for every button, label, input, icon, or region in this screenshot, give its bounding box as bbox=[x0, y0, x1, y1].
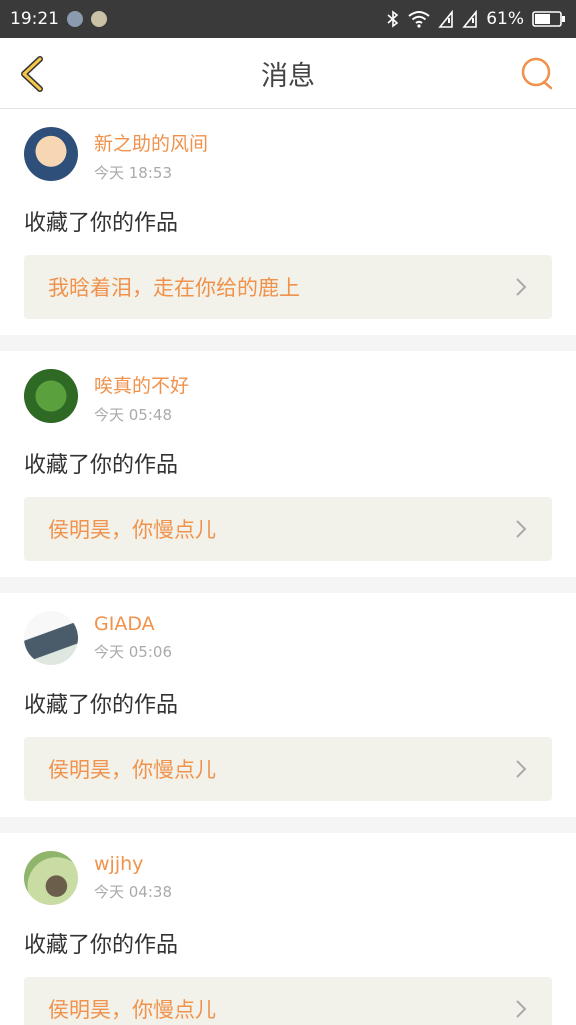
chevron-right-icon bbox=[516, 520, 527, 538]
chevron-right-icon bbox=[516, 1000, 527, 1018]
work-link[interactable]: 我晗着泪，走在你给的鹿上 bbox=[24, 255, 552, 319]
page-title: 消息 bbox=[261, 60, 315, 92]
user-name[interactable]: 新之助的风间 bbox=[94, 129, 208, 156]
timestamp: 今天 04:38 bbox=[94, 883, 172, 901]
work-title: 侯明昊，你慢点儿 bbox=[48, 758, 216, 782]
search-icon bbox=[521, 57, 553, 90]
user-name[interactable]: wjjhy bbox=[94, 853, 172, 875]
action-text: 收藏了你的作品 bbox=[24, 933, 179, 958]
message-card: wjjhy 今天 04:38 收藏了你的作品 侯明昊，你慢点儿 bbox=[0, 833, 576, 1025]
message-card: 唉真的不好 今天 05:48 收藏了你的作品 侯明昊，你慢点儿 bbox=[0, 351, 576, 577]
status-time: 19:21 bbox=[10, 9, 59, 29]
message-card: GIADA 今天 05:06 收藏了你的作品 侯明昊，你慢点儿 bbox=[0, 593, 576, 817]
status-bar: 19:21 61% bbox=[0, 0, 576, 38]
work-title: 侯明昊，你慢点儿 bbox=[48, 518, 216, 542]
avatar[interactable] bbox=[24, 611, 78, 665]
timestamp: 今天 05:06 bbox=[94, 643, 172, 661]
notification-icon bbox=[67, 11, 83, 27]
work-link[interactable]: 侯明昊，你慢点儿 bbox=[24, 977, 552, 1025]
action-text: 收藏了你的作品 bbox=[24, 453, 179, 478]
battery-icon bbox=[532, 11, 566, 27]
message-card: 新之助的风间 今天 18:53 收藏了你的作品 我晗着泪，走在你给的鹿上 bbox=[0, 109, 576, 335]
work-title: 侯明昊，你慢点儿 bbox=[48, 998, 216, 1022]
action-text: 收藏了你的作品 bbox=[24, 211, 179, 236]
back-button[interactable] bbox=[14, 54, 54, 94]
search-button[interactable] bbox=[520, 56, 556, 92]
timestamp: 今天 18:53 bbox=[94, 164, 172, 182]
battery-percent: 61% bbox=[486, 9, 524, 29]
back-arrow-icon bbox=[21, 56, 43, 92]
timestamp: 今天 05:48 bbox=[94, 406, 172, 424]
message-list: 新之助的风间 今天 18:53 收藏了你的作品 我晗着泪，走在你给的鹿上 唉真的… bbox=[0, 109, 576, 1025]
work-link[interactable]: 侯明昊，你慢点儿 bbox=[24, 497, 552, 561]
action-text: 收藏了你的作品 bbox=[24, 693, 179, 718]
chevron-right-icon bbox=[516, 760, 527, 778]
notification-icon bbox=[91, 11, 107, 27]
work-title: 我晗着泪，走在你给的鹿上 bbox=[48, 276, 300, 300]
top-nav-bar: 消息 bbox=[0, 38, 576, 109]
bluetooth-icon bbox=[386, 10, 400, 28]
avatar[interactable] bbox=[24, 851, 78, 905]
signal-icon bbox=[438, 10, 454, 28]
signal-icon bbox=[462, 10, 478, 28]
work-link[interactable]: 侯明昊，你慢点儿 bbox=[24, 737, 552, 801]
chevron-right-icon bbox=[516, 278, 527, 296]
user-name[interactable]: 唉真的不好 bbox=[94, 371, 189, 398]
avatar[interactable] bbox=[24, 127, 78, 181]
wifi-icon bbox=[408, 10, 430, 28]
user-name[interactable]: GIADA bbox=[94, 613, 172, 635]
avatar[interactable] bbox=[24, 369, 78, 423]
